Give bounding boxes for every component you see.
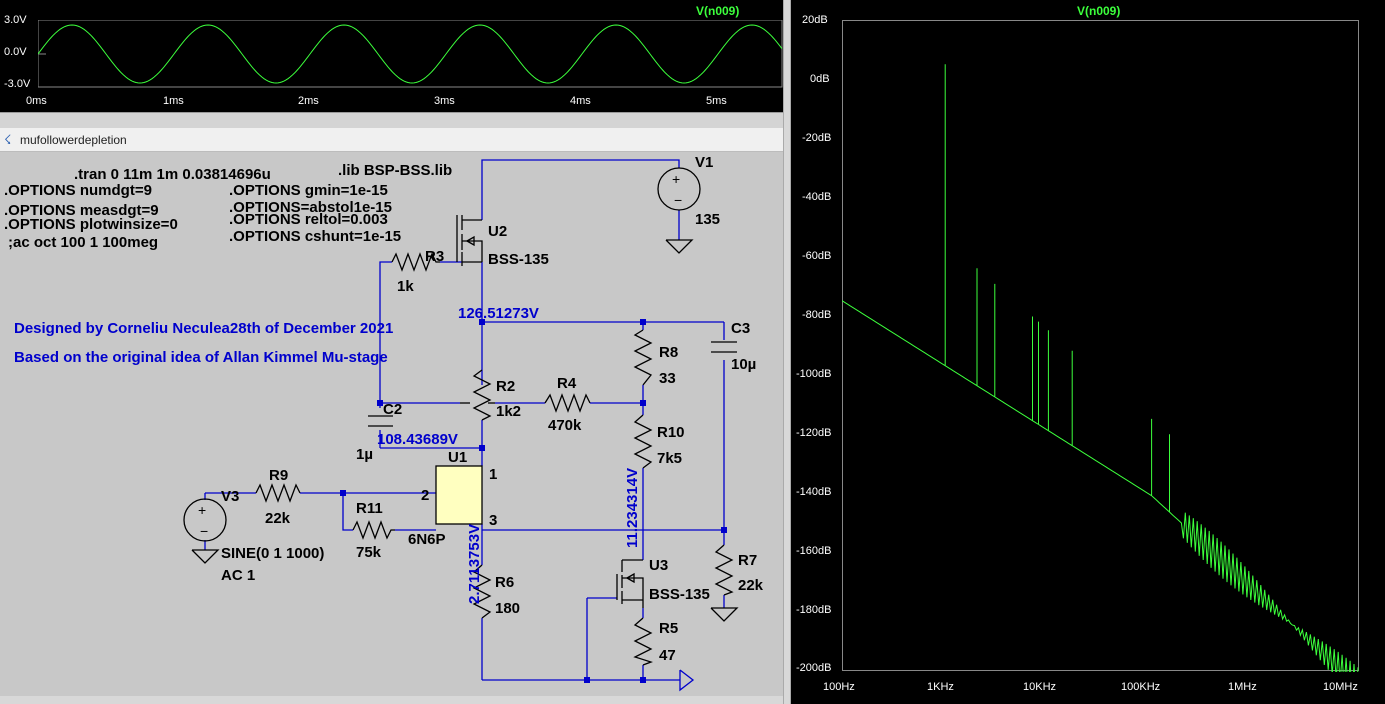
x-tick: 100Hz [823,681,855,693]
y-tick: -20dB [802,132,832,144]
value-r2[interactable]: 1k2 [496,403,521,420]
schematic-window-icon: ☇ [4,132,12,147]
y-tick: -180dB [796,604,832,616]
label-u3[interactable]: U3 [649,557,668,574]
x-tick: 10MHz [1323,681,1358,693]
schematic-titlebar[interactable]: ☇ mufollowerdepletion [0,128,783,152]
y-tick: -60dB [802,250,832,262]
x-tick: 3ms [434,95,455,107]
value-r6[interactable]: 180 [495,600,520,617]
value-v1[interactable]: 135 [695,211,720,228]
y-tick: -200dB [796,662,832,674]
directive-cshunt[interactable]: .OPTIONS cshunt=1e-15 [229,228,401,245]
x-tick: 10KHz [1023,681,1057,693]
label-r11[interactable]: R11 [356,500,383,517]
x-tick: 1ms [163,95,184,107]
x-tick: 0ms [26,95,47,107]
value-r10[interactable]: 7k5 [657,450,682,467]
value-u1[interactable]: 6N6P [408,531,446,548]
value-v3-sine[interactable]: SINE(0 1 1000) [221,545,324,562]
value-r9[interactable]: 22k [265,510,291,527]
svg-text:−: − [200,523,208,539]
label-u2[interactable]: U2 [488,223,507,240]
value-r4[interactable]: 470k [548,417,582,434]
label-r2[interactable]: R2 [496,378,515,395]
y-tick: -80dB [802,309,832,321]
label-r7[interactable]: R7 [738,552,757,569]
label-u1[interactable]: U1 [448,449,467,466]
label-v1[interactable]: V1 [695,154,713,171]
y-tick: 3.0V [4,14,27,26]
directive-gmin[interactable]: .OPTIONS gmin=1e-15 [229,182,388,199]
x-tick: 5ms [706,95,727,107]
y-tick: -120dB [796,427,832,439]
value-c2[interactable]: 1µ [356,446,373,463]
transient-plot-area[interactable] [38,20,783,88]
node-voltage-4[interactable]: 2.7113753V [466,524,483,604]
directive-ac[interactable]: ;ac oct 100 1 100meg [8,234,158,251]
pane-divider[interactable] [0,112,783,128]
y-tick: -100dB [796,368,832,380]
directive-numdgt[interactable]: .OPTIONS numdgt=9 [4,182,152,199]
node-voltage-2[interactable]: 108.43689V [377,431,458,448]
y-tick: -160dB [796,545,832,557]
value-c3[interactable]: 10µ [731,356,756,373]
svg-text:+: + [198,502,206,518]
label-r9[interactable]: R9 [269,467,288,484]
label-c3[interactable]: C3 [731,320,750,337]
label-r3[interactable]: R3 [425,248,444,265]
x-tick: 1KHz [927,681,954,693]
fft-trace-label[interactable]: V(n009) [1077,4,1120,18]
directive-lib[interactable]: .lib BSP-BSS.lib [338,162,452,179]
value-r8[interactable]: 33 [659,370,676,387]
y-tick: -140dB [796,486,832,498]
u1-tube-block[interactable] [435,465,483,525]
y-tick: 20dB [802,14,828,26]
x-tick: 2ms [298,95,319,107]
label-r8[interactable]: R8 [659,344,678,361]
node-voltage-1[interactable]: 126.51273V [458,305,539,322]
y-tick: -40dB [802,191,832,203]
x-tick: 4ms [570,95,591,107]
fft-spectrum-trace [842,64,1359,672]
x-tick: 1MHz [1228,681,1257,693]
directive-tran[interactable]: .tran 0 11m 1m 0.03814696u [74,166,271,183]
y-tick: 0.0V [4,46,27,58]
svg-text:−: − [674,192,682,208]
label-r10[interactable]: R10 [657,424,685,441]
transient-trace-label[interactable]: V(n009) [696,4,739,18]
vertical-splitter[interactable] [783,0,791,704]
pin-1: 1 [489,466,497,483]
value-u3[interactable]: BSS-135 [649,586,710,603]
value-v3-ac[interactable]: AC 1 [221,567,255,584]
transient-plot-pane[interactable]: V(n009) 3.0V 0.0V -3.0V 0ms 1ms 2ms 3ms … [0,0,783,112]
y-tick: 0dB [810,73,830,85]
label-v3[interactable]: V3 [221,488,239,505]
x-tick: 100KHz [1121,681,1161,693]
pin-3: 3 [489,512,497,529]
schematic-window-title: mufollowerdepletion [20,133,127,147]
value-r5[interactable]: 47 [659,647,676,664]
directive-plotwinsize[interactable]: .OPTIONS plotwinsize=0 [4,216,178,233]
fft-plot-area[interactable] [842,20,1360,672]
label-r6[interactable]: R6 [495,574,514,591]
label-c2[interactable]: C2 [383,401,402,418]
value-r7[interactable]: 22k [738,577,764,594]
label-r5[interactable]: R5 [659,620,678,637]
y-tick: -3.0V [4,78,31,90]
svg-text:+: + [672,171,680,187]
sine-trace [38,24,783,84]
value-u2[interactable]: BSS-135 [488,251,549,268]
schematic-canvas[interactable]: .tran 0 11m 1m 0.03814696u .lib BSP-BSS.… [0,152,783,704]
pin-2: 2 [421,487,429,504]
fft-plot-pane[interactable]: V(n009) 20dB 0dB -20dB -40dB -60dB -80dB… [791,0,1385,704]
comment-designed[interactable]: Designed by Corneliu Neculea28th of Dece… [14,320,393,337]
value-r11[interactable]: 75k [356,544,382,561]
directive-reltol[interactable]: .OPTIONS reltol=0.003 [229,211,388,228]
label-r4[interactable]: R4 [557,375,577,392]
node-voltage-3[interactable]: 11.234314V [624,468,641,548]
comment-based[interactable]: Based on the original idea of Allan Kimm… [14,349,388,366]
value-r3[interactable]: 1k [397,278,414,295]
